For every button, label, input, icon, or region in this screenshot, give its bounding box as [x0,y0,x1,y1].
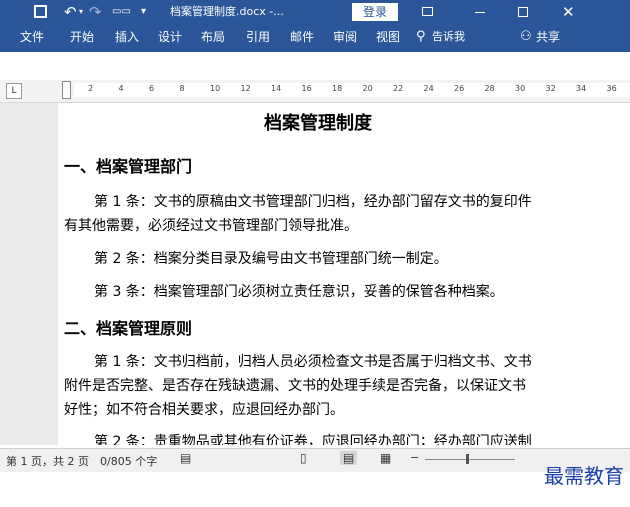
title-bar: ↶ ▾ ↷ ▭▭ ▾ 档案管理制度.docx -... 登录 ✕ [0,0,630,24]
document-area: 档案管理制度 一、档案管理部门 第 1 条：文书的原稿由文书管理部门归档，经办部… [0,103,630,445]
paragraph-line: 第 1 条：文书归档前，归档人员必须检查文书是否属于归档文书、文书 [94,354,532,370]
section-heading: 一、档案管理部门 [64,157,193,176]
paragraph-line: 好性；如不符合相关要求，应退回经办部门。 [64,402,344,418]
zoom-slider[interactable] [425,459,515,460]
web-layout-icon[interactable]: ▦ [380,451,391,465]
document-title: 档案管理制度.docx -... [170,5,284,18]
ruler-mark: 8 [179,84,185,93]
proofing-icon[interactable]: ▤ [180,451,191,465]
ruler-mark: 34 [576,84,587,93]
ruler-mark: 32 [545,84,556,93]
minimize-icon[interactable] [475,12,485,13]
undo-dropdown-icon[interactable]: ▾ [79,0,83,24]
login-button[interactable]: 登录 [352,3,398,21]
ruler-mark: 6 [149,84,155,93]
tab-insert[interactable]: 插入 [115,24,139,52]
ruler-mark: 36 [606,84,617,93]
ruler-mark: 16 [301,84,312,93]
ruler-mark: 28 [484,84,495,93]
ruler-mark: 30 [515,84,526,93]
paragraph-line: 附件是否完整、是否存在残缺遗漏、文书的处理手续是否完备，以保证文书 [64,378,526,394]
search-icon[interactable]: ⚲ [416,24,426,52]
indent-marker-icon[interactable] [62,81,71,99]
maximize-icon[interactable] [518,7,528,17]
ribbon-display-icon[interactable] [422,7,433,16]
touch-mode-icon[interactable]: ▭▭ [112,0,131,24]
status-bar: 第 1 页，共 2 页 0/805 个字 ▤ ▯ ▤ ▦ − [0,448,630,472]
undo-icon[interactable]: ↶ [64,0,77,24]
page-info[interactable]: 第 1 页，共 2 页 [6,453,89,469]
document-title-heading: 档案管理制度 [264,113,372,134]
tab-mailings[interactable]: 邮件 [290,24,314,52]
word-count[interactable]: 0/805 个字 [100,453,157,469]
zoom-out-icon[interactable]: − [410,451,419,464]
ruler-mark: 14 [271,84,282,93]
ruler-mark: 4 [118,84,124,93]
paragraph-line: 第 1 条：文书的原稿由文书管理部门归档，经办部门留存文书的复印件 [94,194,532,210]
tab-layout[interactable]: 布局 [201,24,225,52]
ruler-mark: 12 [240,84,251,93]
ruler-mark: 18 [332,84,343,93]
ruler-mark: 26 [454,84,465,93]
tab-file[interactable]: 文件 [20,24,44,52]
customize-qat-icon[interactable]: ▾ [141,0,146,24]
tell-me-search[interactable]: 告诉我 [432,24,465,52]
share-icon[interactable]: ⚇ [520,24,532,52]
zoom-thumb[interactable] [466,454,469,464]
ruler-mark: 24 [423,84,434,93]
paragraph-line: 第 2 条：贵重物品或其他有价证券，应退回经办部门；经办部门应送制 [94,434,532,445]
save-icon[interactable] [34,5,47,18]
share-button[interactable]: 共享 [536,24,560,52]
paragraph-line: 第 3 条：档案管理部门必须树立责任意识，妥善的保管各种档案。 [94,284,504,300]
print-layout-icon[interactable]: ▤ [340,451,358,465]
tab-view[interactable]: 视图 [376,24,400,52]
tab-review[interactable]: 审阅 [333,24,357,52]
ruler: L 2 4 6 8 10 12 14 16 18 20 22 24 26 28 30 32 34 36 [0,80,630,103]
paragraph-line: 有其他需要，必须经过文书管理部门领导批准。 [64,218,358,234]
tab-home[interactable]: 开始 [70,24,94,52]
ruler-mark: 2 [88,84,94,93]
ruler-mark: 22 [393,84,404,93]
ruler-mark: 20 [362,84,373,93]
paragraph-line: 第 2 条：档案分类目录及编号由文书管理部门统一制定。 [94,251,448,267]
ribbon-tabs: 文件 开始 插入 设计 布局 引用 邮件 审阅 视图 ⚲ 告诉我 ⚇ 共享 [0,24,630,52]
tab-selector[interactable]: L [6,83,22,99]
tab-design[interactable]: 设计 [158,24,182,52]
close-icon[interactable]: ✕ [562,0,575,24]
read-mode-icon[interactable]: ▯ [300,451,307,465]
watermark-logo: 最需教育 [544,464,624,488]
section-heading: 二、档案管理原则 [64,319,193,338]
redo-icon[interactable]: ↷ [89,0,102,24]
tab-references[interactable]: 引用 [246,24,270,52]
document-page[interactable]: 档案管理制度 一、档案管理部门 第 1 条：文书的原稿由文书管理部门归档，经办部… [58,103,630,445]
ruler-mark: 10 [210,84,221,93]
